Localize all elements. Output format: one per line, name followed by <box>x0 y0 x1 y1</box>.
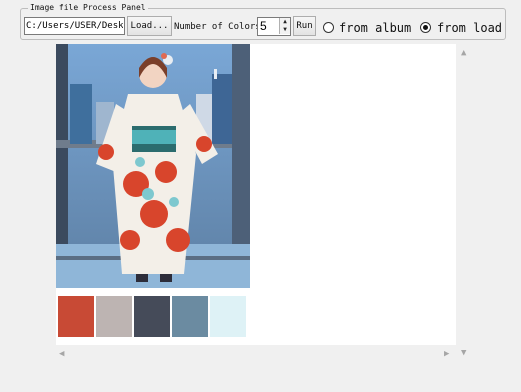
image-canvas <box>56 44 456 345</box>
number-of-colors-value: 5 <box>260 19 267 33</box>
palette-swatch-2 <box>96 296 132 337</box>
number-of-colors-label: Number of Colors <box>174 22 261 32</box>
kimono-photo-illustration <box>56 44 250 288</box>
loaded-photo <box>56 44 250 288</box>
image-process-panel: Image file Process Panel Load... Number … <box>20 2 506 40</box>
radio-from-album-label: from album <box>339 21 412 35</box>
radio-from-album[interactable] <box>323 22 334 33</box>
scroll-down-icon[interactable]: ▼ <box>461 348 466 358</box>
palette-swatch-4 <box>172 296 208 337</box>
panel-title: Image file Process Panel <box>28 2 148 14</box>
file-path-input[interactable] <box>24 17 125 35</box>
number-of-colors-spinbox[interactable]: 5 ▲ ▼ <box>257 17 291 36</box>
horizontal-scrollbar[interactable]: ◀ ▶ <box>56 346 456 362</box>
run-button[interactable]: Run <box>293 16 316 36</box>
spin-down-icon[interactable]: ▼ <box>279 26 290 34</box>
vertical-scrollbar[interactable]: ▲ ▼ <box>458 44 474 360</box>
scroll-left-icon[interactable]: ◀ <box>59 349 64 359</box>
scroll-up-icon[interactable]: ▲ <box>461 48 466 58</box>
palette-swatch-1 <box>58 296 94 337</box>
radio-from-load-label: from load <box>437 21 503 35</box>
scroll-right-icon[interactable]: ▶ <box>444 349 449 359</box>
load-button[interactable]: Load... <box>127 16 172 36</box>
palette-swatch-3 <box>134 296 170 337</box>
radio-from-load[interactable] <box>420 22 431 33</box>
palette-swatch-5 <box>210 296 246 337</box>
